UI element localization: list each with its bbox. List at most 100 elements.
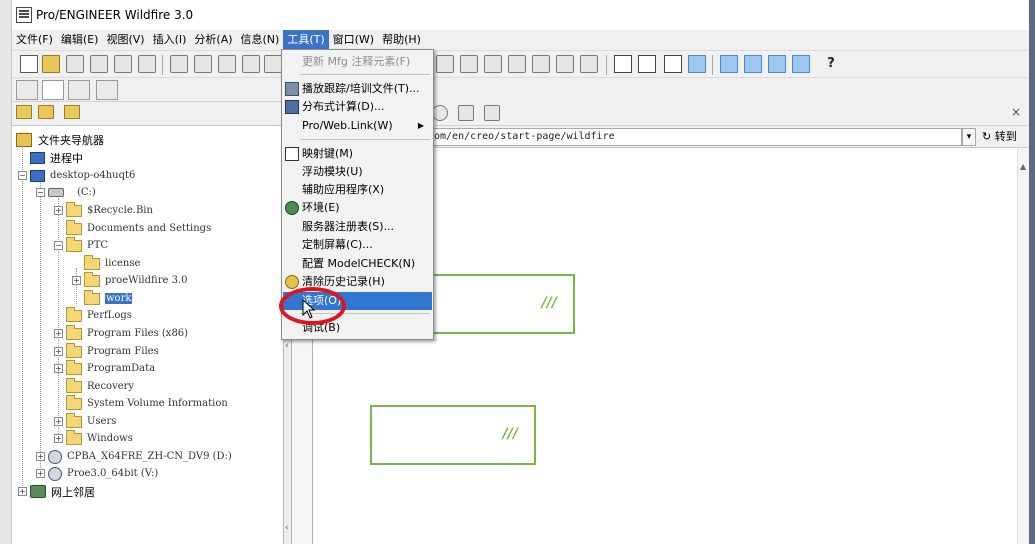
spin-center-icon[interactable]: [436, 55, 454, 73]
menu-insert[interactable]: 插入(I): [149, 30, 191, 50]
expand-toggle[interactable]: +: [54, 434, 63, 443]
close-browser-icon[interactable]: ×: [1011, 105, 1021, 119]
tree-item-ptc[interactable]: − PTC: [54, 236, 108, 254]
no-hidden-icon[interactable]: [664, 55, 682, 73]
expand-toggle[interactable]: +: [54, 347, 63, 356]
menu-tools[interactable]: 工具(T): [283, 30, 329, 50]
refresh-icon[interactable]: [432, 105, 448, 121]
menu-item-auxiliary-apps[interactable]: 辅助应用程序(X): [283, 181, 432, 199]
folder-browser-tab-icon[interactable]: [42, 80, 64, 100]
zoom-out-icon[interactable]: [484, 55, 502, 73]
menu-edit[interactable]: 编辑(E): [57, 30, 103, 50]
start-page-card[interactable]: ///: [370, 405, 536, 465]
menu-item-customize-screen[interactable]: 定制屏幕(C)...: [283, 236, 432, 254]
redo-icon[interactable]: [194, 55, 212, 73]
hidden-line-icon[interactable]: [638, 55, 656, 73]
organize-icon[interactable]: [64, 105, 80, 119]
paste-icon[interactable]: [264, 55, 282, 73]
tree-item-program-files-x86[interactable]: + Program Files (x86): [54, 324, 188, 342]
menu-view[interactable]: 视图(V): [102, 30, 148, 50]
save-icon[interactable]: [66, 55, 84, 73]
copy-icon[interactable]: [242, 55, 260, 73]
menu-analysis[interactable]: 分析(A): [190, 30, 236, 50]
connections-tab-icon[interactable]: [96, 80, 118, 100]
menu-item-weblink[interactable]: Pro/Web.Link(W) ▶: [283, 117, 432, 135]
collapse-toggle[interactable]: −: [36, 188, 45, 197]
coordinate-systems-icon[interactable]: [792, 55, 810, 73]
shading-icon[interactable]: [688, 55, 706, 73]
tree-item-proewildfire[interactable]: + proeWildfire 3.0: [72, 271, 187, 289]
collapse-left-icon[interactable]: ‹: [285, 522, 290, 534]
menu-item-playback[interactable]: 播放跟踪/培训文件(T)...: [283, 80, 432, 98]
new-folder-icon[interactable]: [38, 105, 54, 119]
page-scrollbar[interactable]: ▲: [1017, 148, 1029, 544]
tree-item-recovery[interactable]: Recovery: [54, 377, 134, 395]
open-folder-icon[interactable]: [42, 55, 60, 73]
tree-item-computer[interactable]: − desktop-o4huqt6: [18, 167, 135, 184]
tree-item-drive-d[interactable]: + CPBA_X64FRE_ZH-CN_DV9 (D:): [36, 448, 232, 465]
goto-button[interactable]: ↻ 转到: [982, 128, 1017, 146]
menu-help[interactable]: 帮助(H): [378, 30, 425, 50]
tree-item-drive-c[interactable]: − (C:): [36, 184, 96, 201]
datum-planes-icon[interactable]: [720, 55, 738, 73]
expand-toggle[interactable]: +: [54, 364, 63, 373]
menu-window[interactable]: 窗口(W): [329, 30, 378, 50]
model-tree-tab-icon[interactable]: [16, 80, 38, 100]
refit-icon[interactable]: [508, 55, 526, 73]
undo-icon[interactable]: [170, 55, 188, 73]
menu-info[interactable]: 信息(N): [237, 30, 284, 50]
context-help-icon[interactable]: ?: [822, 55, 840, 73]
expand-toggle[interactable]: +: [54, 417, 63, 426]
print-page-icon[interactable]: [458, 105, 474, 121]
tree-item-work[interactable]: work: [72, 289, 133, 307]
expand-toggle[interactable]: +: [54, 206, 63, 215]
menu-item-server-registry[interactable]: 服务器注册表(S)...: [283, 218, 432, 236]
cut-icon[interactable]: [218, 55, 236, 73]
tree-item-perflogs[interactable]: PerfLogs: [54, 306, 132, 324]
tree-item-programdata[interactable]: + ProgramData: [54, 359, 155, 377]
new-file-icon[interactable]: [20, 55, 38, 73]
collapse-left-icon[interactable]: ‹: [285, 340, 290, 352]
datum-axes-icon[interactable]: [744, 55, 762, 73]
tree-item-license[interactable]: license: [72, 254, 140, 272]
tree-item-network[interactable]: + 网上邻居: [18, 483, 95, 500]
menu-file[interactable]: 文件(F): [12, 30, 57, 50]
tree-root[interactable]: 文件夹导航器: [16, 131, 104, 148]
expand-toggle[interactable]: +: [54, 329, 63, 338]
saved-views-icon[interactable]: [556, 55, 574, 73]
wireframe-icon[interactable]: [614, 55, 632, 73]
send-attachment-icon[interactable]: [138, 55, 156, 73]
menu-item-update-mfg[interactable]: 更新 Mfg 注释元素(F): [283, 53, 432, 71]
tree-item-in-session[interactable]: 进程中: [30, 149, 83, 166]
address-dropdown-icon[interactable]: ▾: [962, 128, 976, 146]
tree-item-windows[interactable]: + Windows: [54, 429, 133, 447]
save-page-icon[interactable]: [484, 105, 500, 121]
menu-item-distributed[interactable]: 分布式计算(D)...: [283, 98, 432, 116]
tree-item-drive-v[interactable]: + Proe3.0_64bit (V:): [36, 465, 158, 482]
send-mail-icon[interactable]: [114, 55, 132, 73]
menu-item-floating-modules[interactable]: 浮动模块(U): [283, 163, 432, 181]
expand-toggle[interactable]: +: [36, 469, 45, 478]
tree-item-recycle-bin[interactable]: + $Recycle.Bin: [54, 201, 153, 219]
layers-icon[interactable]: [580, 55, 598, 73]
zoom-in-icon[interactable]: [460, 55, 478, 73]
print-icon[interactable]: [90, 55, 108, 73]
favorites-tab-icon[interactable]: [68, 80, 90, 100]
menu-item-modelcheck[interactable]: 配置 ModelCHECK(N): [283, 255, 432, 273]
expand-toggle[interactable]: +: [36, 452, 45, 461]
address-input[interactable]: om/en/creo/start-page/wildfire: [430, 128, 962, 146]
menu-item-environment[interactable]: 环境(E): [283, 199, 432, 217]
folder-up-icon[interactable]: [16, 105, 32, 119]
tree-item-system-volume-info[interactable]: System Volume Information: [54, 394, 228, 412]
expand-toggle[interactable]: +: [18, 487, 27, 496]
collapse-toggle[interactable]: −: [54, 241, 63, 250]
reorient-icon[interactable]: [532, 55, 550, 73]
scroll-up-icon[interactable]: ▲: [1020, 162, 1026, 171]
menu-item-mapkeys[interactable]: 映射键(M): [283, 145, 432, 163]
tree-item-program-files[interactable]: + Program Files: [54, 342, 159, 360]
tree-item-users[interactable]: + Users: [54, 412, 116, 430]
datum-points-icon[interactable]: [768, 55, 786, 73]
expand-toggle[interactable]: +: [72, 276, 81, 285]
collapse-toggle[interactable]: −: [18, 171, 27, 180]
tree-item-documents-settings[interactable]: Documents and Settings: [54, 219, 211, 237]
